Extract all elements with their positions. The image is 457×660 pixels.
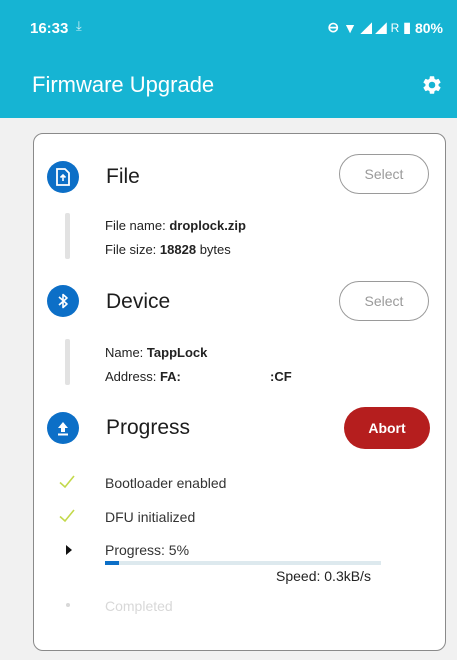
- check-icon: [59, 509, 75, 523]
- do-not-disturb-icon: ⊖: [327, 19, 340, 35]
- file-name-label: File name:: [105, 218, 166, 233]
- device-name-info: Name: TappLock: [105, 345, 207, 360]
- device-address-label: Address:: [105, 369, 157, 384]
- step-bootloader: Bootloader enabled: [105, 475, 227, 491]
- progress-bar-fill: [105, 561, 119, 565]
- upload-icon: [47, 412, 79, 444]
- section-divider: [65, 339, 70, 385]
- bluetooth-icon: [47, 285, 79, 317]
- dfu-card: [33, 133, 446, 651]
- signal-icon: ◢: [361, 19, 372, 35]
- file-name-info: File name: droplock.zip: [105, 218, 246, 233]
- status-bar: 16:33 ⤓ ⊖ ▼ ◢ ◢ R ▮ 80%: [0, 0, 457, 50]
- file-size-label: File size:: [105, 242, 157, 257]
- progress-section-title: Progress: [106, 416, 191, 439]
- file-size-value: 18828: [159, 242, 197, 257]
- battery-icon: ▮: [403, 19, 411, 35]
- gear-icon[interactable]: [421, 74, 443, 96]
- current-step-arrow-icon: [66, 545, 72, 555]
- device-name-label: Name:: [105, 345, 144, 360]
- download-icon: ⤓: [76, 18, 82, 33]
- file-name-value: droplock.zip: [169, 218, 246, 233]
- signal-roaming-icon: ◢: [375, 19, 387, 35]
- step-progress: Progress: 5%: [105, 542, 190, 558]
- file-icon: [47, 161, 79, 193]
- file-size-info: File size: 18828 bytes: [105, 242, 231, 257]
- file-size-unit: bytes: [199, 242, 231, 257]
- progress-bar: [105, 561, 381, 565]
- device-address-start: FA:: [159, 369, 181, 384]
- page-title: Firmware Upgrade: [32, 72, 215, 97]
- device-address-info: Address: FA:: [105, 369, 181, 384]
- wifi-icon: ▼: [343, 19, 358, 36]
- step-completed: Completed: [105, 598, 173, 614]
- network-label: R: [390, 20, 400, 35]
- file-section-title: File: [106, 165, 140, 188]
- abort-button[interactable]: Abort: [344, 407, 430, 449]
- battery-percent: 80%: [414, 19, 443, 36]
- step-dfu-initialized: DFU initialized: [105, 509, 196, 525]
- pending-step-dot-icon: [66, 603, 70, 607]
- check-icon: [59, 475, 75, 489]
- device-name-value: TappLock: [146, 345, 208, 360]
- section-divider: [65, 213, 70, 259]
- file-select-button[interactable]: Select: [339, 154, 429, 194]
- device-select-button[interactable]: Select: [339, 281, 429, 321]
- status-time: 16:33: [30, 20, 69, 37]
- upload-speed: Speed: 0.3kB/s: [276, 568, 371, 584]
- device-address-end: :CF: [270, 369, 292, 384]
- status-icons: ⊖ ▼ ◢ ◢ R ▮ 80%: [327, 19, 443, 36]
- device-section-title: Device: [106, 290, 171, 313]
- app-bar: Firmware Upgrade: [0, 50, 457, 118]
